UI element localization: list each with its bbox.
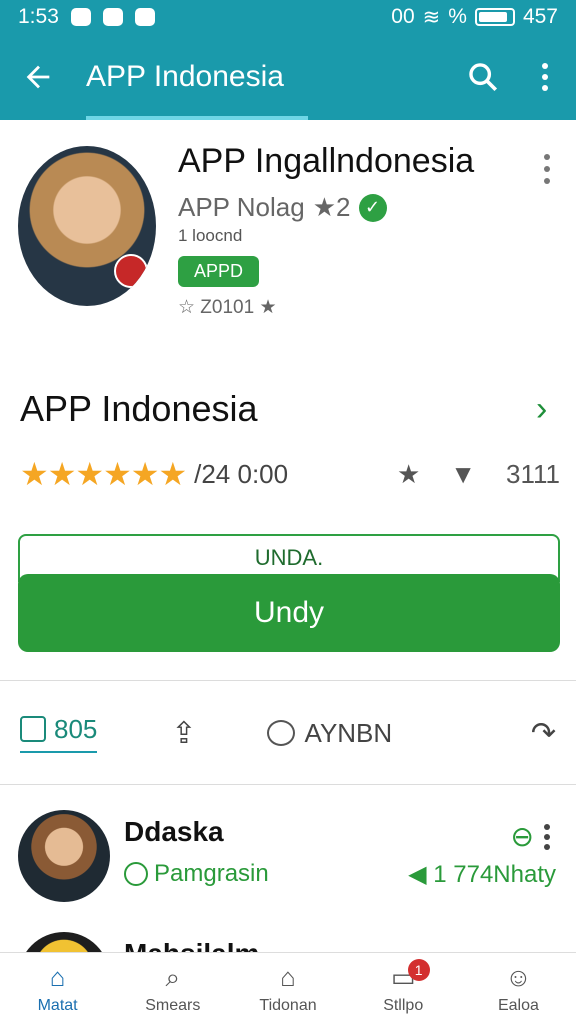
nav-label: Ealoa: [497, 996, 539, 1014]
profile-subtitle-text: APP Nolag: [178, 192, 305, 222]
chevron-right-icon[interactable]: ›: [536, 392, 558, 426]
battery-text: 457: [522, 5, 558, 28]
house-icon: ⌂: [280, 962, 296, 992]
primary-button[interactable]: Undy: [18, 574, 560, 652]
divider: [0, 784, 576, 785]
more-options-button[interactable]: [514, 34, 576, 120]
search-icon: [469, 63, 498, 92]
list-item-status: Pamgrasin: [124, 860, 269, 888]
list-item-actions: ⊖: [511, 820, 550, 853]
more-vert-icon[interactable]: [544, 823, 550, 850]
notification-icon: [102, 8, 123, 26]
profile-header: APP Ingallndonesia APP Nolag ★2 ✓ 1 looc…: [0, 120, 576, 340]
arrow-left-icon: [26, 65, 50, 89]
nav-profile[interactable]: ☺ Ealoa: [461, 953, 576, 1024]
home-icon: ⌂: [49, 962, 66, 992]
list-item[interactable]: Ddaska Pamgrasin ⊖ ◀ 1 774Nhaty: [0, 790, 576, 910]
nav-messages[interactable]: ▭ 1 Stllpo: [346, 953, 461, 1024]
share-icon: ⇪: [171, 716, 197, 750]
nav-library[interactable]: ⌂ Tidonan: [230, 953, 345, 1024]
toggle-icon[interactable]: ⊖: [511, 820, 534, 853]
list-item-right-text: ◀ 1 774Nhaty: [408, 860, 556, 889]
avatar-badge: [114, 254, 148, 288]
search-button[interactable]: [452, 34, 514, 120]
notification-badge: 1: [407, 959, 430, 981]
profile-meta: 1 loocnd: [178, 226, 243, 245]
count-button[interactable]: 805: [20, 713, 98, 753]
wifi-icon: ≋: [422, 5, 441, 29]
rating-stars: ★★★★★★: [20, 456, 187, 492]
percent-text: %: [448, 5, 467, 28]
share-button[interactable]: ⇪: [171, 716, 196, 751]
more-vert-icon: [542, 63, 548, 91]
battery-icon: [474, 8, 515, 26]
person-icon: ☺: [505, 962, 532, 992]
profile-subtitle-suffix: ★2: [312, 192, 351, 222]
forward-icon: ↷: [530, 716, 556, 750]
app-title: APP Indonesia: [20, 388, 258, 429]
location-icon: [134, 8, 155, 26]
nav-label: Matat: [37, 996, 78, 1014]
status-time: 1:53: [18, 5, 59, 28]
avatar: [18, 810, 110, 902]
volume-icon: ◀: [408, 861, 427, 888]
message-icon: [70, 8, 91, 26]
comment-icon: [266, 720, 295, 746]
status-badge[interactable]: APPD: [178, 256, 260, 287]
comment-label: AYNBN: [304, 717, 393, 748]
count-label: 805: [54, 713, 98, 744]
back-button[interactable]: [0, 34, 76, 120]
profile-more-button[interactable]: [540, 154, 554, 184]
check-circle-icon: [124, 862, 148, 886]
nav-label: Tidonan: [259, 996, 317, 1014]
rating-row: ★★★★★★ /24 0:00 ★ ▼ 3111: [20, 452, 560, 496]
profile-rank: ☆ Z0101 ★: [178, 297, 277, 318]
app-bar-title: APP Indonesia: [86, 60, 284, 93]
thumb-down-icon[interactable]: ▼: [450, 459, 476, 490]
profile-subtitle: APP Nolag ★2 ✓: [178, 192, 387, 223]
profile-name: APP Ingallndonesia: [178, 142, 475, 180]
nav-search[interactable]: ⌕ Smears: [115, 953, 230, 1024]
checkbox-icon: [20, 716, 46, 742]
search-icon: ⌕: [165, 961, 181, 992]
status-bar: 1:53 00 ≋ % 457: [0, 0, 576, 34]
comment-button[interactable]: AYNBN: [266, 717, 393, 749]
nav-home[interactable]: ⌂ Matat: [0, 953, 115, 1024]
signal-text: 00: [391, 5, 415, 28]
forward-button[interactable]: ↷: [531, 716, 556, 751]
list-item-right-value: 1 774Nhaty: [433, 861, 556, 888]
avatar[interactable]: [18, 146, 156, 306]
rating-text: /24 0:00: [194, 458, 289, 489]
star-icon[interactable]: ★: [397, 459, 420, 490]
rating-count: 3111: [506, 458, 560, 489]
nav-label: Smears: [145, 996, 201, 1014]
verified-icon: ✓: [358, 193, 387, 222]
bottom-navigation: ⌂ Matat ⌕ Smears ⌂ Tidonan ▭ 1 Stllpo ☺ …: [0, 952, 576, 1024]
action-row: 805 ⇪ AYNBN ↷: [0, 688, 576, 778]
nav-label: Stllpo: [383, 996, 424, 1014]
app-bar: APP Indonesia: [0, 34, 576, 120]
list-item-name: Ddaska: [124, 816, 224, 847]
divider: [0, 680, 576, 681]
list-item-status-text: Pamgrasin: [154, 860, 269, 887]
